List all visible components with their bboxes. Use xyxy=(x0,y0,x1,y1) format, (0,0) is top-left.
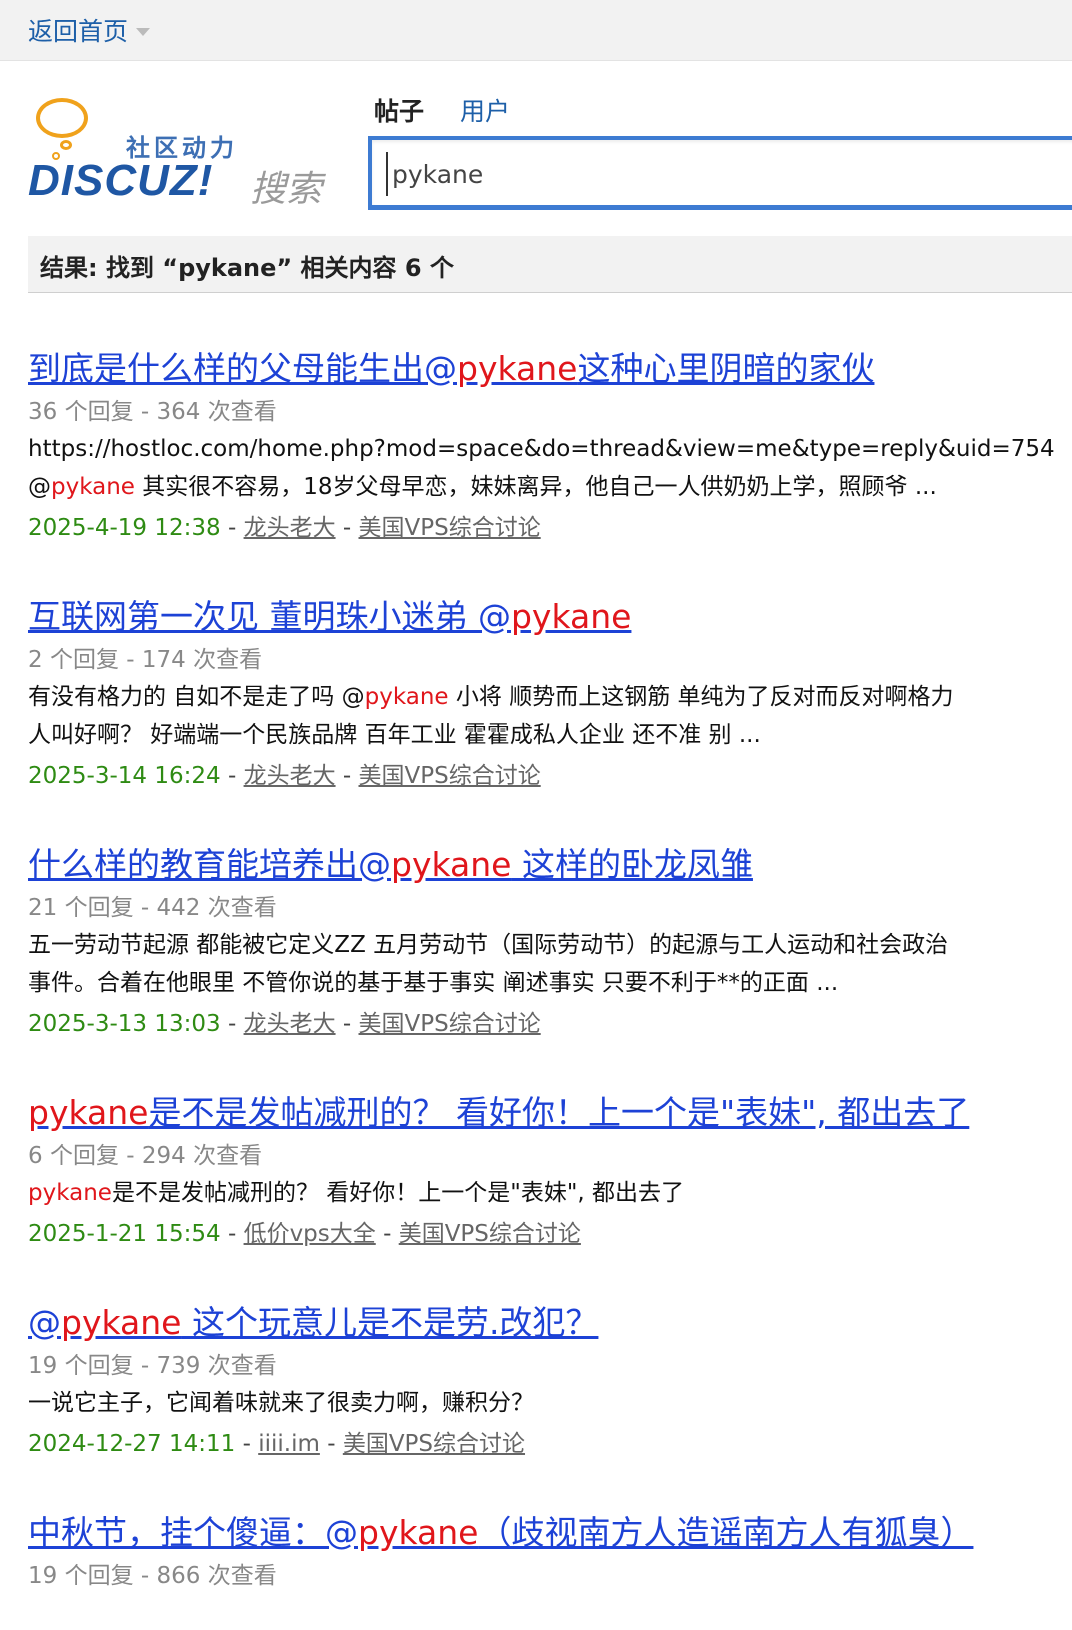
chevron-down-icon[interactable] xyxy=(136,28,151,36)
result-title[interactable]: 什么样的教育能培养出@pykane 这样的卧龙凤雏 xyxy=(28,838,753,886)
result-title[interactable]: 到底是什么样的父母能生出@pykane这种心里阴暗的家伙 xyxy=(28,342,874,390)
result-meta: 2025-3-14 16:24 - 龙头老大 - 美国VPS综合讨论 xyxy=(28,763,541,789)
result-summary-bar: 结果: 找到 “pykane” 相关内容 6 个 xyxy=(28,236,1072,293)
result-snippet: pykane是不是发帖减刑的？ 看好你！上一个是"表妹", 都出去了 xyxy=(28,1180,685,1206)
list-item: 中秋节，挂个傻逼：@pykane（歧视南方人造谣南方人有狐臭） 19 个回复 -… xyxy=(28,1494,1072,1614)
result-author-link[interactable]: 龙头老大 xyxy=(244,1011,336,1037)
result-snippet: 一说它主子，它闻着味就来了很卖力啊，赚积分？ xyxy=(28,1390,534,1416)
list-item: 什么样的教育能培养出@pykane 这样的卧龙凤雏 21 个回复 - 442 次… xyxy=(28,826,1072,1074)
result-date: 2025-3-13 13:03 xyxy=(28,1011,221,1037)
result-date: 2024-12-27 14:11 xyxy=(28,1431,236,1457)
result-stats: 6 个回复 - 294 次查看 xyxy=(28,1143,263,1169)
search-input[interactable] xyxy=(386,152,1072,196)
logo-search-word: 搜索 xyxy=(250,169,323,210)
result-title[interactable]: @pykane 这个玩意儿是不是劳.改犯？ xyxy=(28,1296,598,1344)
result-meta: 2025-4-19 12:38 - 龙头老大 - 美国VPS综合讨论 xyxy=(28,515,541,541)
result-stats: 36 个回复 - 364 次查看 xyxy=(28,399,277,425)
result-author-link[interactable]: iiii.im xyxy=(258,1431,320,1457)
result-author-link[interactable]: 低价vps大全 xyxy=(244,1221,376,1247)
result-snippet: 五一劳动节起源 都能被它定义ZZ 五月劳动节（国际劳动节）的起源与工人运动和社会… xyxy=(28,932,949,996)
list-item: @pykane 这个玩意儿是不是劳.改犯？ 19 个回复 - 739 次查看 一… xyxy=(28,1284,1072,1494)
logo-brand: DISCUZ! xyxy=(28,156,214,205)
tab-posts[interactable]: 帖子 xyxy=(374,92,424,128)
result-title[interactable]: 中秋节，挂个傻逼：@pykane（歧视南方人造谣南方人有狐臭） xyxy=(28,1506,973,1554)
result-title[interactable]: pykane是不是发帖减刑的？ 看好你！上一个是"表妹", 都出去了 xyxy=(28,1086,969,1134)
result-snippet: https://hostloc.com/home.php?mod=space&d… xyxy=(28,436,1055,500)
result-forum-link[interactable]: 美国VPS综合讨论 xyxy=(399,1221,581,1247)
result-stats: 2 个回复 - 174 次查看 xyxy=(28,647,263,673)
top-bar: 返回首页 xyxy=(0,0,1072,61)
search-box xyxy=(368,136,1072,210)
home-link[interactable]: 返回首页 xyxy=(28,12,151,48)
result-list: 到底是什么样的父母能生出@pykane这种心里阴暗的家伙 36 个回复 - 36… xyxy=(28,330,1072,1614)
result-stats: 21 个回复 - 442 次查看 xyxy=(28,895,277,921)
result-meta: 2024-12-27 14:11 - iiii.im - 美国VPS综合讨论 xyxy=(28,1431,526,1457)
result-author-link[interactable]: 龙头老大 xyxy=(244,763,336,789)
result-meta: 2025-3-13 13:03 - 龙头老大 - 美国VPS综合讨论 xyxy=(28,1011,541,1037)
discuz-logo[interactable]: 社区动力 DISCUZ! 搜索 xyxy=(28,92,348,212)
result-snippet: 有没有格力的 自如不是走了吗 @pykane 小将 顺势而上这钢筋 单纯为了反对… xyxy=(28,684,954,748)
result-forum-link[interactable]: 美国VPS综合讨论 xyxy=(359,515,541,541)
result-date: 2025-4-19 12:38 xyxy=(28,515,221,541)
bubble-dot-icon xyxy=(60,140,72,150)
result-stats: 19 个回复 - 866 次查看 xyxy=(28,1563,277,1589)
list-item: 互联网第一次见 董明珠小迷弟 @pykane 2 个回复 - 174 次查看 有… xyxy=(28,578,1072,826)
result-forum-link[interactable]: 美国VPS综合讨论 xyxy=(359,763,541,789)
result-title[interactable]: 互联网第一次见 董明珠小迷弟 @pykane xyxy=(28,590,631,638)
result-forum-link[interactable]: 美国VPS综合讨论 xyxy=(343,1431,525,1457)
result-forum-link[interactable]: 美国VPS综合讨论 xyxy=(359,1011,541,1037)
result-date: 2025-1-21 15:54 xyxy=(28,1221,221,1247)
list-item: 到底是什么样的父母能生出@pykane这种心里阴暗的家伙 36 个回复 - 36… xyxy=(28,330,1072,578)
result-meta: 2025-1-21 15:54 - 低价vps大全 - 美国VPS综合讨论 xyxy=(28,1221,581,1247)
search-type-tabs: 帖子 用户 xyxy=(374,92,510,128)
result-author-link[interactable]: 龙头老大 xyxy=(244,515,336,541)
result-stats: 19 个回复 - 739 次查看 xyxy=(28,1353,277,1379)
list-item: pykane是不是发帖减刑的？ 看好你！上一个是"表妹", 都出去了 6 个回复… xyxy=(28,1074,1072,1284)
speech-bubble-icon xyxy=(36,98,88,138)
home-link-label: 返回首页 xyxy=(28,17,129,46)
result-date: 2025-3-14 16:24 xyxy=(28,763,221,789)
tab-users[interactable]: 用户 xyxy=(460,92,510,128)
result-summary: 结果: 找到 “pykane” 相关内容 6 个 xyxy=(40,254,454,282)
